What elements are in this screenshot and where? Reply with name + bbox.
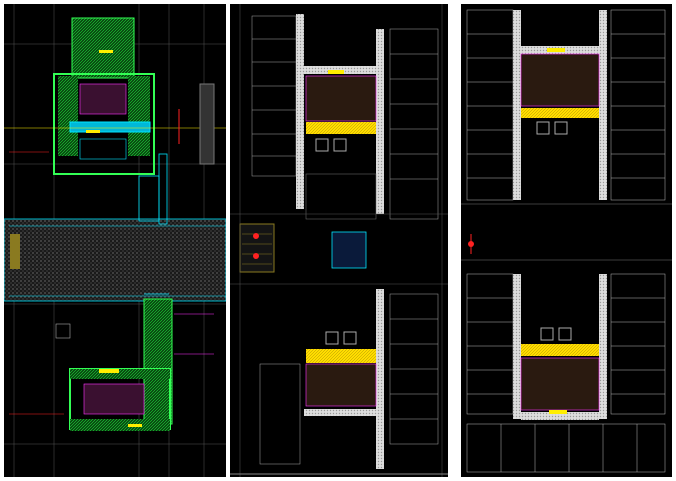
floor-plan-drawing-middle: [230, 4, 448, 477]
upper-tag-bar: [547, 48, 565, 52]
lower-core-room: [520, 357, 600, 411]
lower-yellow-band: [306, 349, 376, 363]
red-marker: [253, 233, 259, 239]
upper-core-wall-left: [58, 76, 78, 156]
corridor-wall-left-upper: [296, 14, 304, 209]
lower-core-room: [83, 383, 145, 415]
lower-tag-bar: [549, 410, 567, 414]
floor-plan-panel-left: [4, 4, 226, 477]
upper-corridor-band: [69, 121, 151, 133]
upper-core-room: [79, 83, 127, 115]
floor-plan-panel-middle: [230, 4, 448, 477]
corridor-wall-right-lower: [376, 289, 384, 469]
upper-tag-bar-2: [86, 130, 100, 133]
upper-tag-bar: [99, 50, 113, 53]
side-gray-block: [199, 83, 215, 165]
road-hatch-band: [4, 218, 226, 302]
upper-stair: [79, 138, 127, 160]
upper-yellow-band: [521, 108, 599, 118]
blue-shaft: [331, 231, 367, 269]
floor-plan-drawing-right: [461, 9, 672, 473]
stair-block: [239, 223, 275, 273]
rooms-right-column: [389, 28, 439, 445]
upper-yellow-band: [306, 122, 376, 134]
corridor-wall-right-upper: [599, 10, 607, 200]
upper-core-room: [305, 75, 377, 122]
lower-tag-bar: [128, 424, 142, 427]
lower-core-room: [305, 363, 377, 407]
floor-plan-panel-right: [461, 4, 672, 477]
corridor-wall-left-lower: [513, 274, 521, 419]
upper-core-shaft: [71, 17, 135, 79]
olive-marker: [10, 234, 20, 269]
upper-core-wall-right: [128, 76, 150, 156]
floor-plan-drawing-left: [4, 4, 226, 477]
upper-core-room: [520, 53, 600, 107]
corridor-wall-right-upper: [376, 29, 384, 214]
upper-tag-bar: [328, 70, 344, 74]
red-marker: [253, 253, 259, 259]
rooms-left-column: [251, 15, 297, 177]
lower-core-shaft: [143, 298, 173, 425]
corridor-wall-left-upper: [513, 10, 521, 200]
lower-yellow-band: [521, 344, 599, 356]
corridor-wall-right-lower: [599, 274, 607, 419]
